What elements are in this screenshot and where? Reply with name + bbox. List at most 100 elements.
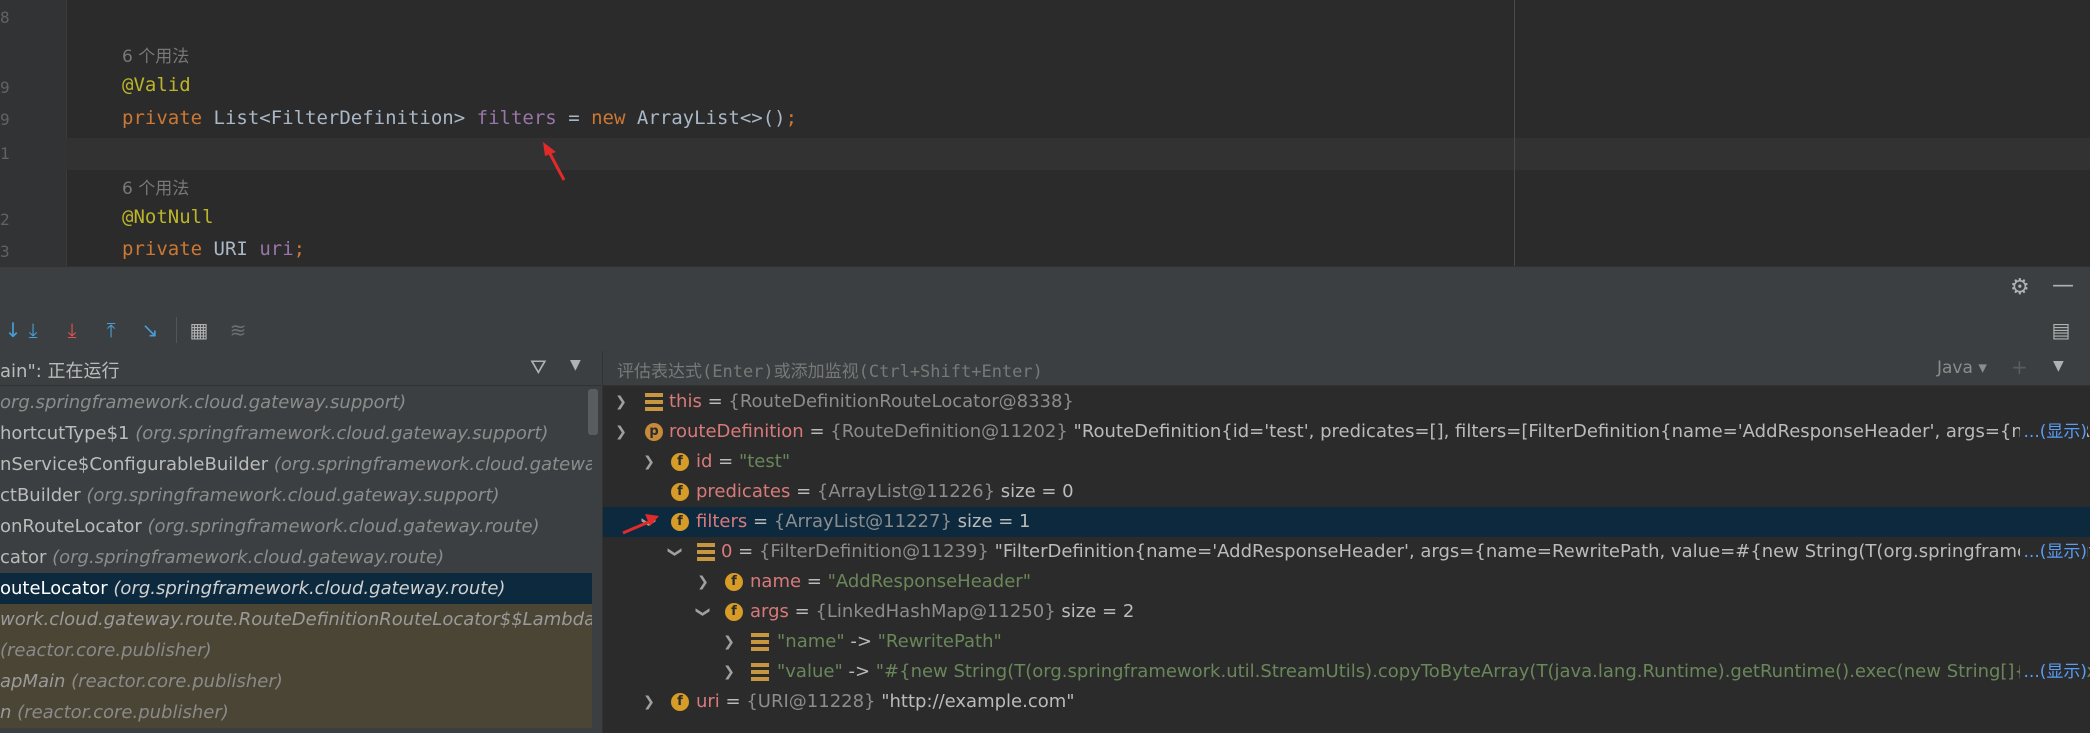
chevron-right-icon[interactable]: ❯ <box>721 627 737 657</box>
chevron-right-icon[interactable]: ❯ <box>721 657 737 687</box>
field-icon: f <box>725 573 743 591</box>
line-number: 1 <box>0 144 10 163</box>
chevron-down-icon[interactable]: ❯ <box>688 604 718 620</box>
show-full-value-link[interactable]: ...(显示) <box>2019 417 2087 447</box>
map-entry-icon <box>751 633 769 651</box>
variable-row-filter-0[interactable]: ❯ 0 = {FilterDefinition@11239} "FilterDe… <box>603 537 2090 567</box>
minimize-icon[interactable]: — <box>2052 273 2074 298</box>
chevron-down-icon[interactable]: ❯ <box>613 417 629 447</box>
line-number: 9 <box>0 78 10 97</box>
chevron-right-icon[interactable]: ❯ <box>695 567 711 597</box>
semicolon: ; <box>785 107 798 129</box>
right-margin-guide <box>1514 0 1515 266</box>
field-name: uri <box>259 238 294 260</box>
semicolon: ; <box>293 238 306 260</box>
run-to-cursor-icon[interactable]: ↘ <box>137 317 163 343</box>
constructor-call: ArrayList<>() <box>636 107 786 129</box>
operator: = <box>568 107 580 129</box>
variable-row-args[interactable]: ❯ f args = {LinkedHashMap@11250} size = … <box>603 597 2090 627</box>
thread-selector[interactable]: ain": 正在运行 <box>0 357 120 383</box>
step-into-icon[interactable]: ⤓ <box>20 317 46 343</box>
annotation: @NotNull <box>122 206 214 228</box>
debug-tool-window: ⚙ — ↓ ⤓ ⤓ ⤒ ↘ ▦ ≋ ▤ ain": 正在运行 ⛛ ▼ org.s… <box>0 266 2090 733</box>
stack-frame[interactable]: hortcutType$1 (org.springframework.cloud… <box>0 418 592 449</box>
variables-pane: 评估表达式(Enter)或添加监视(Ctrl+Shift+Enter) Java… <box>602 351 2090 733</box>
map-entry-icon <box>751 663 769 681</box>
stack-frame-library[interactable]: (reactor.core.publisher) <box>0 635 592 666</box>
field-icon: f <box>671 453 689 471</box>
object-icon <box>645 393 663 411</box>
evaluate-expression-icon[interactable]: ▦ <box>186 317 212 343</box>
field-icon: f <box>671 693 689 711</box>
object-icon <box>697 543 715 561</box>
trace-stream-icon[interactable]: ≋ <box>225 317 251 343</box>
stack-frame[interactable]: nService$ConfigurableBuilder (org.spring… <box>0 449 592 480</box>
field-icon: f <box>725 603 743 621</box>
line-number: 9 <box>0 110 10 129</box>
toolbar-divider <box>176 317 177 343</box>
line-number-gutter: 8 9 9 1 2 3 <box>0 0 67 266</box>
stack-frame[interactable]: cator (org.springframework.cloud.gateway… <box>0 542 592 573</box>
variable-row-uri[interactable]: ❯ f uri = {URI@11228} "http://example.co… <box>603 687 2090 717</box>
variable-row-id[interactable]: ❯ f id = "test" <box>603 447 2090 477</box>
map-entry-value[interactable]: ❯ "value" -> "#{new String(T(org.springf… <box>603 657 2090 687</box>
chevron-down-icon[interactable]: ▼ <box>570 357 581 373</box>
field-name: filters <box>476 107 557 129</box>
frames-header: ain": 正在运行 ⛛ ▼ <box>0 351 601 386</box>
code-line[interactable]: @NotNull <box>122 206 214 228</box>
chevron-right-icon[interactable]: ❯ <box>641 687 657 717</box>
variable-row-this[interactable]: ❯ this = {RouteDefinitionRouteLocator@83… <box>603 387 2090 417</box>
code-line-uri-field[interactable]: private URI uri; <box>122 238 305 260</box>
keyword: private <box>122 238 203 260</box>
usages-hint[interactable]: 6 个用法 <box>122 174 189 199</box>
chevron-right-icon[interactable]: ❯ <box>613 387 629 417</box>
force-step-into-icon[interactable]: ⤓ <box>59 317 85 343</box>
stack-frame-library[interactable]: apMain (reactor.core.publisher) <box>0 666 592 697</box>
keyword: private <box>122 107 203 129</box>
parameter-icon: p <box>645 423 663 441</box>
evaluate-bar: 评估表达式(Enter)或添加监视(Ctrl+Shift+Enter) Java… <box>603 351 2090 386</box>
evaluate-expression-input[interactable]: 评估表达式(Enter)或添加监视(Ctrl+Shift+Enter) <box>617 357 1043 382</box>
field-icon: f <box>671 483 689 501</box>
map-entry-name[interactable]: ❯ "name" -> "RewritePath" <box>603 627 2090 657</box>
line-number: 2 <box>0 210 10 229</box>
stack-frame-selected[interactable]: outeLocator (org.springframework.cloud.g… <box>0 573 592 604</box>
chevron-right-icon[interactable]: ❯ <box>641 447 657 477</box>
usages-hint[interactable]: 6 个用法 <box>122 42 189 67</box>
frames-scrollbar[interactable] <box>588 389 598 435</box>
stack-frame[interactable]: ctBuilder (org.springframework.cloud.gat… <box>0 480 592 511</box>
type-name: URI <box>213 238 248 260</box>
step-out-icon[interactable]: ⤒ <box>98 317 124 343</box>
type-name: List<FilterDefinition> <box>213 107 466 129</box>
chevron-down-icon[interactable]: ❯ <box>660 544 690 560</box>
stack-frame-library[interactable]: work.cloud.gateway.route.RouteDefinition… <box>0 604 592 635</box>
annotation: @Valid <box>122 74 191 96</box>
filter-icon[interactable]: ⛛ <box>530 355 547 379</box>
gear-icon[interactable]: ⚙ <box>2010 275 2030 300</box>
line-number: 8 <box>0 8 10 27</box>
code-line-filters-field[interactable]: private List<FilterDefinition> filters =… <box>122 107 797 129</box>
code-line[interactable]: @Valid <box>122 74 191 96</box>
red-pointer-arrow <box>622 514 659 535</box>
show-full-value-link[interactable]: ...(显示) <box>2019 657 2087 687</box>
add-watch-icon[interactable]: + <box>2011 355 2028 379</box>
panel-title-bar: ⚙ — <box>0 267 2090 307</box>
variable-row-filters[interactable]: ❯ f filters = {ArrayList@11227} size = 1 <box>603 507 2090 537</box>
show-full-value-link[interactable]: ...(显示) <box>2019 537 2087 567</box>
field-icon: f <box>671 513 689 531</box>
variable-row-predicates[interactable]: f predicates = {ArrayList@11226} size = … <box>603 477 2090 507</box>
frames-pane: ain": 正在运行 ⛛ ▼ org.springframework.cloud… <box>0 351 601 733</box>
stack-frame[interactable]: org.springframework.cloud.gateway.suppor… <box>0 387 592 418</box>
chevron-down-icon[interactable]: ▼ <box>2053 358 2064 374</box>
stack-frame-library[interactable]: n (reactor.core.publisher) <box>0 697 592 728</box>
layout-settings-icon[interactable]: ▤ <box>2048 317 2074 343</box>
line-number: 3 <box>0 242 10 261</box>
current-line-highlight <box>66 138 2090 170</box>
variable-row-name[interactable]: ❯ f name = "AddResponseHeader" <box>603 567 2090 597</box>
code-editor[interactable]: 8 9 9 1 2 3 6 个用法 @Valid private List<Fi… <box>0 0 2090 266</box>
keyword: new <box>591 107 626 129</box>
language-select[interactable]: Java ▾ <box>1937 358 1987 378</box>
variable-row-routeDefinition[interactable]: ❯ p routeDefinition = {RouteDefinition@1… <box>603 417 2090 447</box>
stack-frame[interactable]: onRouteLocator (org.springframework.clou… <box>0 511 592 542</box>
red-pointer-arrow <box>543 142 566 181</box>
